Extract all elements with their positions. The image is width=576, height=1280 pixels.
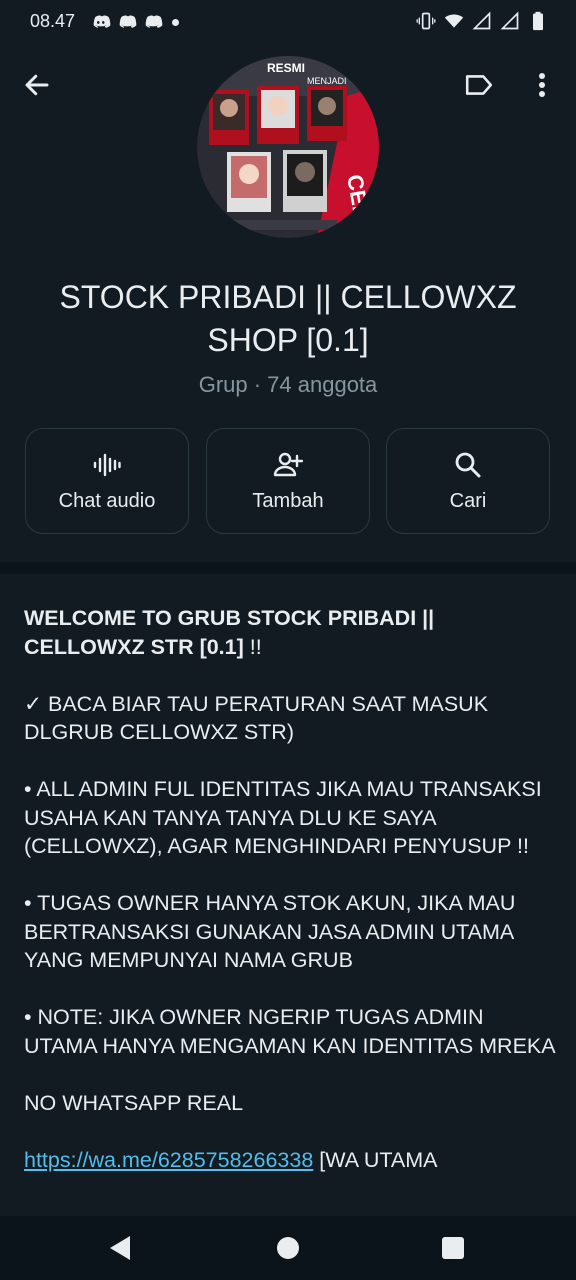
- add-member-button[interactable]: Tambah: [206, 428, 370, 534]
- chat-audio-label: Chat audio: [58, 489, 156, 512]
- nav-recents-button[interactable]: [442, 1237, 464, 1259]
- description-paragraph: ✓ BACA BIAR TAU PERATURAN SAAT MASUK DLG…: [24, 691, 489, 745]
- group-title: STOCK PRIBADI || CELLOWXZ SHOP [0.1]: [59, 279, 517, 358]
- more-options-icon[interactable]: [532, 70, 552, 100]
- avatar-sub-text: MENJADI: [307, 76, 347, 86]
- avatar-side-text: CELLOWXZ STR: [342, 173, 379, 238]
- nav-back-icon[interactable]: [108, 1234, 134, 1262]
- description-paragraph: • ALL ADMIN FUL IDENTITAS JIKA MAU TRANS…: [24, 777, 542, 858]
- system-icons: [416, 10, 548, 32]
- discord-icon: [93, 15, 111, 28]
- group-description: WELCOME TO GRUB STOCK PRIBADI || CELLOWX…: [24, 604, 556, 1216]
- back-arrow-icon[interactable]: [22, 70, 52, 100]
- system-navigation-bar: [0, 1216, 576, 1280]
- add-person-icon: [273, 452, 303, 476]
- whatsapp-link[interactable]: https://wa.me/6285758266338: [24, 1148, 313, 1172]
- section-divider: [0, 562, 576, 574]
- action-buttons: Chat audio Tambah Cari: [25, 428, 551, 534]
- vibrate-icon: [416, 12, 436, 30]
- description-paragraph: • TUGAS OWNER HANYA STOK AKUN, JIKA MAU …: [24, 891, 516, 972]
- nav-home-button[interactable]: [277, 1237, 299, 1259]
- chat-audio-button[interactable]: Chat audio: [25, 428, 189, 534]
- search-button[interactable]: Cari: [386, 428, 550, 534]
- discord-icon: [119, 15, 137, 28]
- description-heading-suffix: !!: [243, 634, 262, 659]
- description-link-line: https://wa.me/6285758266338 [WA UTAMA: [24, 1146, 556, 1175]
- signal-icon: [500, 11, 519, 30]
- label-tag-icon[interactable]: [464, 72, 494, 98]
- description-heading: WELCOME TO GRUB STOCK PRIBADI || CELLOWX…: [24, 604, 556, 661]
- discord-icon: [145, 15, 163, 28]
- more-notifications-dot: [172, 18, 179, 26]
- add-member-label: Tambah: [252, 489, 324, 512]
- description-heading-bold: WELCOME TO GRUB STOCK PRIBADI || CELLOWX…: [24, 606, 435, 659]
- group-subtitle: Grup · 74 anggota: [198, 372, 378, 397]
- wifi-icon: [444, 14, 464, 28]
- description-paragraph: NO WHATSAPP REAL: [24, 1090, 244, 1115]
- avatar-top-text: RESMI: [267, 61, 305, 75]
- status-time: 08.47: [30, 11, 76, 31]
- group-avatar[interactable]: CELLOWXZ STR RESMI MENJADI: [197, 56, 379, 238]
- description-paragraph: • NOTE: JIKA OWNER NGERIP TUGAS ADMIN UT…: [24, 1005, 556, 1058]
- notification-icons: [92, 12, 179, 32]
- audio-wave-icon: [93, 453, 121, 476]
- group-info-header: CELLOWXZ STR RESMI MENJADI STOCK PRIBADI…: [0, 44, 576, 562]
- status-bar: 08.47: [0, 0, 576, 44]
- link-suffix: [WA UTAMA: [313, 1147, 438, 1172]
- search-label: Cari: [449, 489, 487, 512]
- search-icon: [455, 452, 481, 477]
- signal-icon: [472, 11, 491, 30]
- battery-icon: [533, 11, 543, 31]
- group-avatar-image: CELLOWXZ STR RESMI MENJADI: [197, 56, 379, 238]
